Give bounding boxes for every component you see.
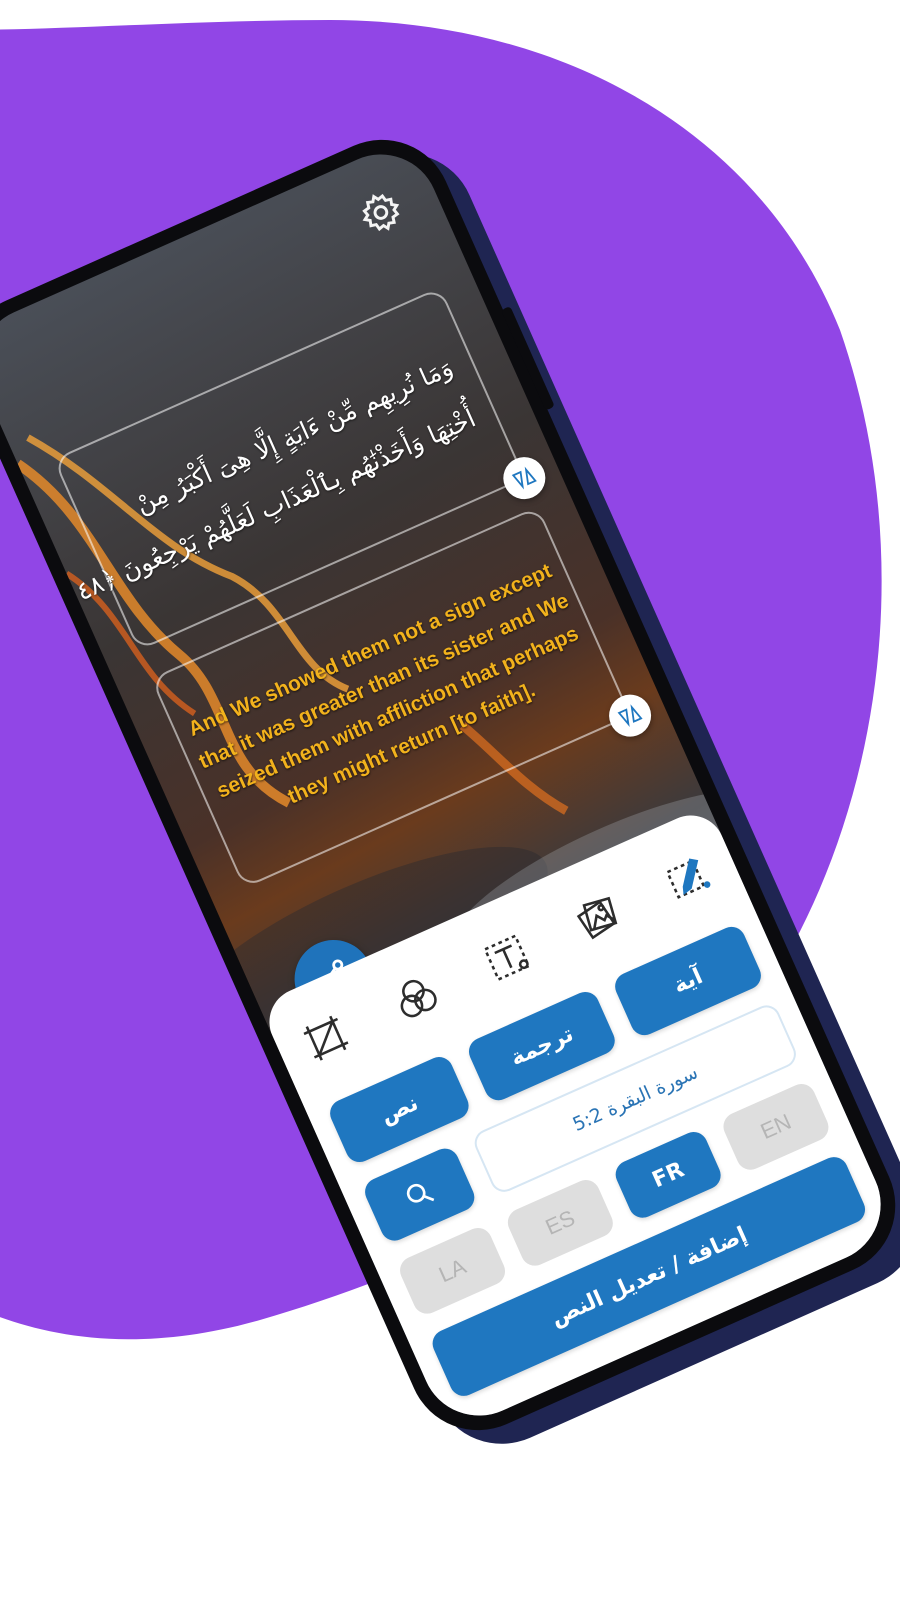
resize-handle-icon: [617, 704, 643, 728]
search-icon: [406, 1183, 435, 1203]
language-es-button[interactable]: ES: [503, 1175, 618, 1271]
edit-pen-tool[interactable]: [648, 838, 727, 917]
color-blend-tool[interactable]: [377, 958, 456, 1037]
search-button[interactable]: [360, 1144, 479, 1246]
color-circles-icon: [400, 979, 437, 1018]
translation-mode-label: ترجمة: [506, 1021, 578, 1071]
language-fr-button[interactable]: FR: [611, 1127, 726, 1223]
language-es-label: ES: [541, 1204, 579, 1240]
edit-pen-icon: [665, 858, 711, 899]
image-gallery-tool[interactable]: [558, 878, 637, 957]
language-en-label: EN: [756, 1108, 795, 1145]
language-fr-label: FR: [648, 1156, 688, 1193]
language-en-button[interactable]: EN: [718, 1079, 833, 1175]
language-la-button[interactable]: LA: [395, 1223, 510, 1319]
image-gallery-icon: [576, 896, 618, 940]
text-format-icon: [483, 934, 531, 982]
verse-mode-label: آية: [669, 963, 707, 999]
crop-frame-tool[interactable]: [286, 999, 365, 1078]
promo-stage: وَمَا نُرِيهِم مِّنْ ءَايَةٍ إِلَّا هِىَ…: [0, 0, 900, 1606]
resize-handle-icon: [511, 466, 537, 490]
crop-frame-icon: [303, 1015, 349, 1061]
text-mode-label: نص: [376, 1090, 422, 1129]
surah-verse-value: سورة البقرة 5:2: [569, 1061, 702, 1136]
language-la-label: LA: [434, 1253, 470, 1288]
text-format-tool[interactable]: [467, 918, 546, 997]
